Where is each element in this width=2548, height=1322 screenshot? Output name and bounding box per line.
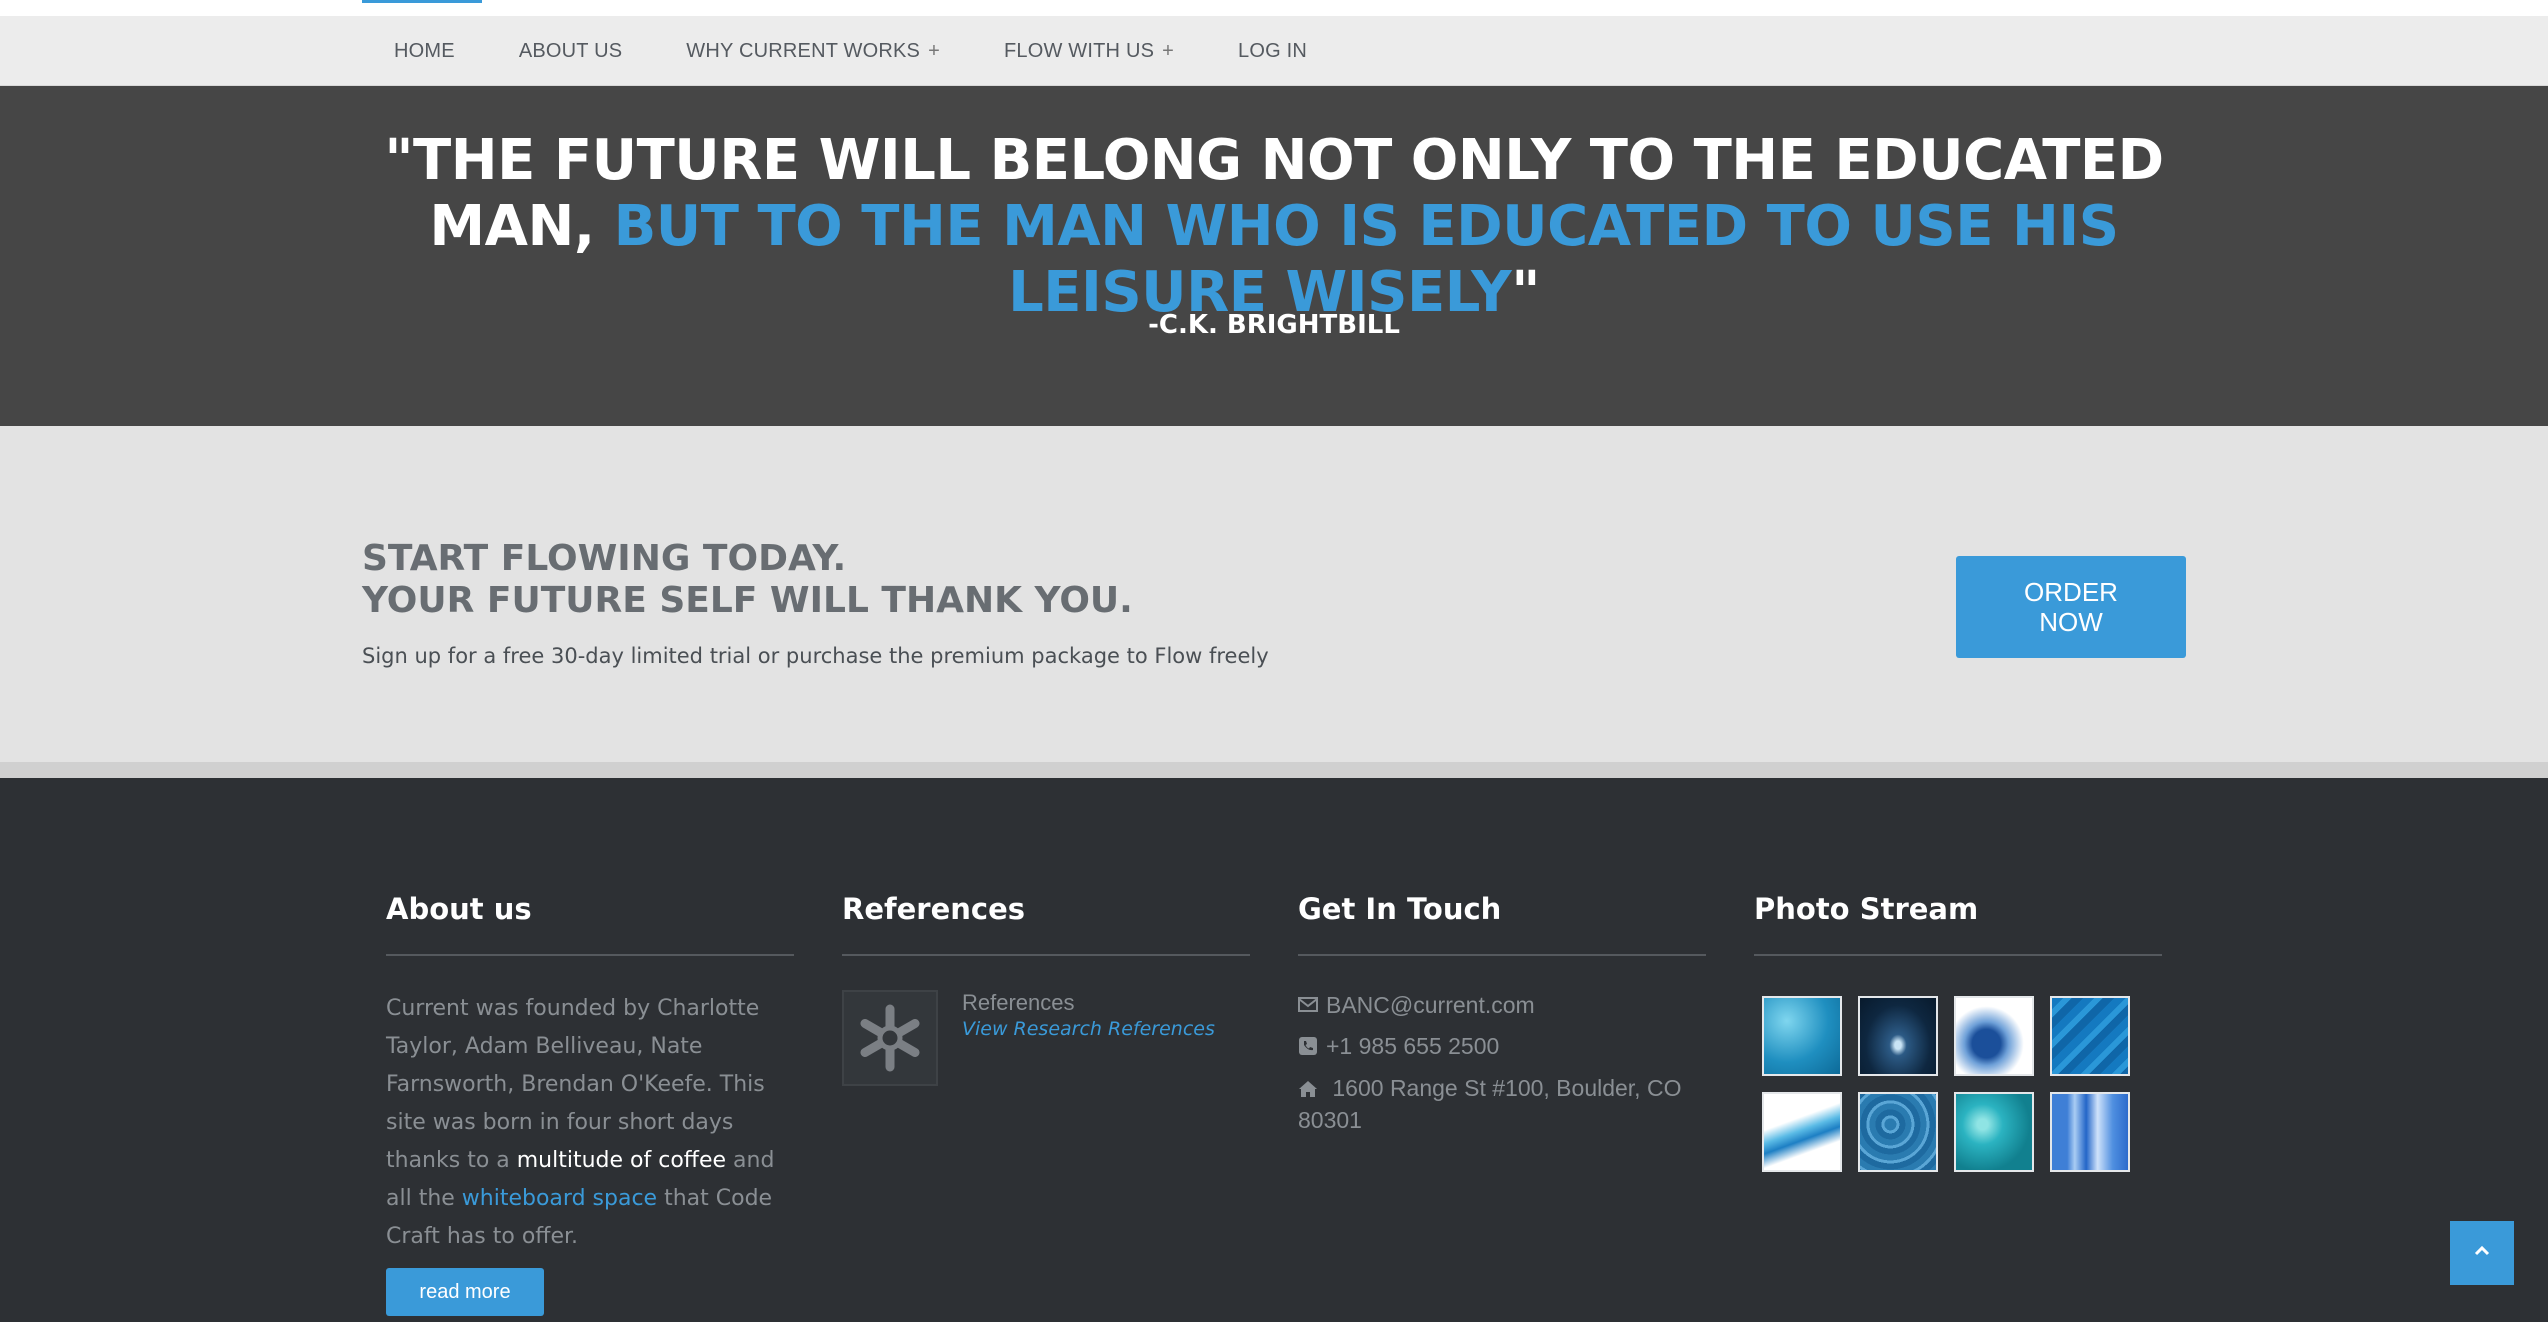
cta-section: START FLOWING TODAY. YOUR FUTURE SELF WI… <box>0 426 2548 762</box>
nav-item-label: WHY CURRENT WORKS <box>686 39 921 62</box>
water-drop-photo[interactable] <box>1858 996 1938 1076</box>
order-now-button[interactable]: ORDER NOW <box>1956 556 2186 658</box>
cta-heading-line1: START FLOWING TODAY. <box>362 538 847 579</box>
quote-highlight: BUT TO THE MAN WHO IS EDUCATED TO USE HI… <box>613 194 2119 325</box>
top-strip <box>0 0 2548 16</box>
plus-icon: + <box>1162 39 1175 62</box>
water-wave-photo[interactable] <box>1762 1092 1842 1172</box>
contact-address-text: 1600 Range St #100, Boulder, CO 80301 <box>1298 1075 1682 1133</box>
home-icon <box>1298 1079 1318 1101</box>
contact-email-row: BANC@current.com <box>1298 990 1706 1023</box>
pool-water-photo[interactable] <box>1858 1092 1938 1172</box>
reference-item: References View Research References <box>842 990 1250 1086</box>
reference-text: References View Research References <box>962 990 1215 1086</box>
nav-item-label: FLOW WITH US <box>1003 39 1155 62</box>
water-surface-photo[interactable] <box>1762 996 1842 1076</box>
water-ripple-photo[interactable] <box>2050 996 2130 1076</box>
nav-item-label: LOG IN <box>1238 39 1308 62</box>
about-text: Current was founded by Charlotte Taylor,… <box>386 990 794 1256</box>
nav-item-label: ABOUT US <box>518 39 623 62</box>
footer-references-column: References References View Research Refe… <box>842 892 1250 1086</box>
footer-about-heading: About us <box>386 892 794 956</box>
about-text-highlight: multitude of coffee <box>516 1148 727 1173</box>
nav-item-flow-with-us[interactable]: FLOW WITH US + <box>1004 40 1174 63</box>
nav-item-home[interactable]: HOME <box>394 40 455 63</box>
order-button-line1: ORDER <box>2024 577 2118 607</box>
nav-item-about-us[interactable]: ABOUT US <box>519 40 622 63</box>
cta-subtitle: Sign up for a free 30-day limited trial … <box>362 644 1269 668</box>
read-more-button[interactable]: read more <box>386 1268 544 1316</box>
active-nav-indicator <box>362 0 482 3</box>
footer: About us Current was founded by Charlott… <box>0 778 2548 1322</box>
contact-phone: +1 985 655 2500 <box>1326 1033 1500 1059</box>
footer-about-column: About us Current was founded by Charlott… <box>386 892 794 1316</box>
nav-item-label: HOME <box>394 39 455 62</box>
whiteboard-space-link[interactable]: whiteboard space <box>462 1186 657 1211</box>
chevron-up-icon <box>2473 1244 2491 1262</box>
contact-info: BANC@current.com +1 985 655 2500 1600 Ra… <box>1298 990 1706 1135</box>
cta-heading: START FLOWING TODAY. YOUR FUTURE SELF WI… <box>362 538 1133 622</box>
reference-title: References <box>962 990 1075 1015</box>
photo-grid <box>1762 996 2162 1172</box>
about-text-part: Current was founded by Charlotte Taylor,… <box>386 996 765 1173</box>
envelope-icon <box>1298 990 1318 1023</box>
footer-photostream-column: Photo Stream <box>1754 892 2162 1172</box>
cta-heading-line2: YOUR FUTURE SELF WILL THANK YOU. <box>362 580 1133 621</box>
footer-photostream-heading: Photo Stream <box>1754 892 2162 956</box>
phone-icon <box>1298 1031 1318 1065</box>
water-glass-photo[interactable] <box>2050 1092 2130 1172</box>
section-divider <box>0 762 2548 778</box>
nav-item-log-in[interactable]: LOG IN <box>1238 40 1307 63</box>
quote-text: "THE FUTURE WILL BELONG NOT ONLY TO THE … <box>330 128 2218 326</box>
contact-phone-row: +1 985 655 2500 <box>1298 1031 1706 1065</box>
footer-references-heading: References <box>842 892 1250 956</box>
view-research-references-link[interactable]: View Research References <box>962 1018 1215 1040</box>
contact-email[interactable]: BANC@current.com <box>1326 990 1535 1020</box>
order-button-line2: NOW <box>2039 607 2103 637</box>
bubbles-photo[interactable] <box>1954 1092 2034 1172</box>
footer-contact-column: Get In Touch BANC@current.com +1 985 655… <box>1298 892 1706 1143</box>
quote-section: "THE FUTURE WILL BELONG NOT ONLY TO THE … <box>0 86 2548 426</box>
quote-author: -C.K. BRIGHTBILL <box>1148 310 1400 340</box>
footer-contact-heading: Get In Touch <box>1298 892 1706 956</box>
nav-item-why-current-works[interactable]: WHY CURRENT WORKS + <box>686 40 940 63</box>
contact-address: 1600 Range St #100, Boulder, CO 80301 <box>1298 1073 1706 1135</box>
back-to-top-button[interactable] <box>2450 1221 2514 1285</box>
plus-icon: + <box>928 39 940 62</box>
main-nav: HOME ABOUT US WHY CURRENT WORKS + FLOW WI… <box>0 16 2548 86</box>
asterisk-logo-icon <box>842 990 938 1086</box>
contact-address-row: 1600 Range St #100, Boulder, CO 80301 <box>1298 1073 1706 1135</box>
water-splash-photo[interactable] <box>1954 996 2034 1076</box>
